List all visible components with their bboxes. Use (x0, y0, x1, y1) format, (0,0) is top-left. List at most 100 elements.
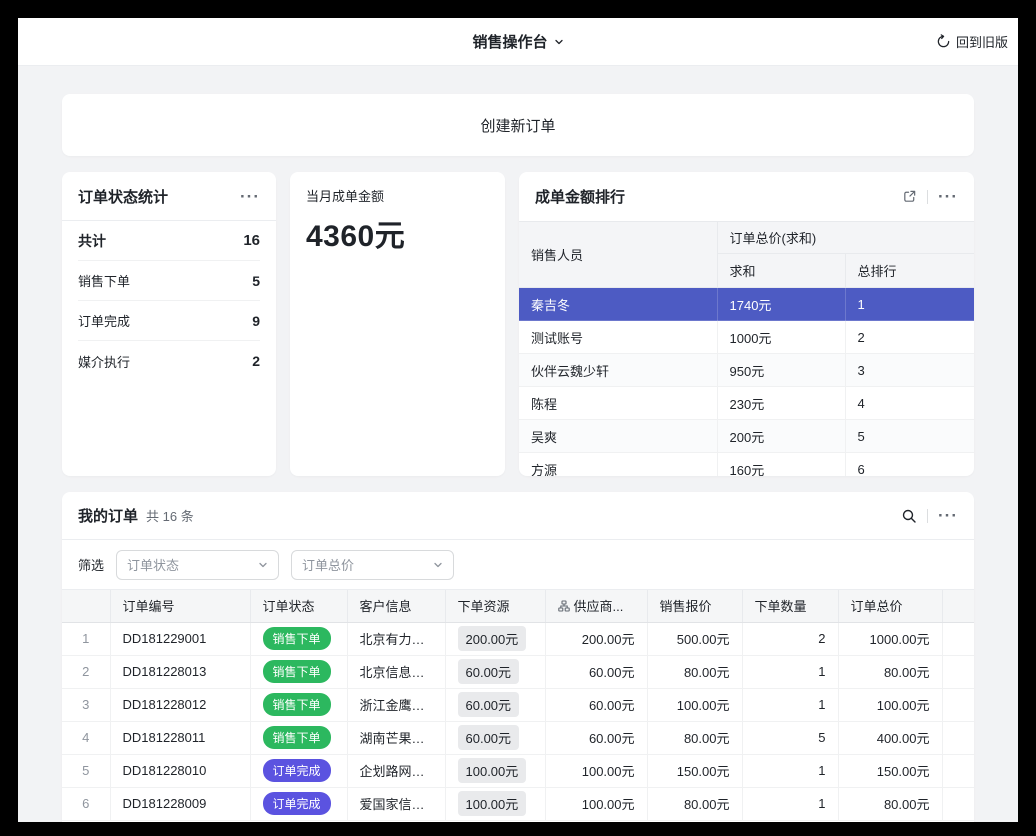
icon-divider (927, 190, 928, 204)
order-row[interactable]: 5DD181228010订单完成企划路网络...100.00元100.00元15… (62, 754, 974, 787)
orders-col-status: 订单状态 (250, 590, 347, 622)
resource-pill: 200.00元 (458, 626, 527, 651)
restore-icon (936, 34, 951, 49)
month-amount-card: 当月成单金额 4360元 (290, 172, 505, 476)
ranking-col-person: 销售人员 (519, 222, 717, 288)
ranking-name: 方源 (519, 453, 717, 477)
order-index: 1 (62, 622, 110, 655)
order-customer: 爱国家信息... (347, 787, 445, 820)
amount-value: 4360元 (306, 211, 489, 255)
order-resource: 100.00元 (445, 787, 545, 820)
order-row[interactable]: 6DD181228009订单完成爱国家信息...100.00元100.00元80… (62, 787, 974, 820)
ranking-row[interactable]: 吴爽200元5 (519, 420, 974, 453)
status-badge: 销售下单 (263, 660, 331, 683)
orders-card: 我的订单 共 16 条 ··· 筛选 订单状态 (62, 492, 974, 822)
order-quote: 80.00元 (647, 655, 742, 688)
order-supplier: 100.00元 (545, 754, 647, 787)
export-icon[interactable] (902, 189, 917, 204)
ranking-row[interactable]: 方源160元6 (519, 453, 974, 477)
ranking-name: 吴爽 (519, 420, 717, 453)
order-row[interactable]: 2DD181228013销售下单北京信息大...60.00元60.00元80.0… (62, 655, 974, 688)
order-extra (942, 688, 974, 721)
order-resource: 100.00元 (445, 754, 545, 787)
order-total: 1000.00元 (838, 622, 942, 655)
ranking-rank: 1 (845, 288, 974, 321)
order-row[interactable]: 4DD181228011销售下单湖南芒果娱...60.00元60.00元80.0… (62, 721, 974, 754)
chevron-down-icon (554, 37, 564, 47)
more-icon[interactable]: ··· (938, 507, 958, 524)
ranking-name: 测试账号 (519, 321, 717, 354)
more-icon[interactable]: ··· (240, 188, 260, 205)
order-status: 销售下单 (250, 622, 347, 655)
filter-label: 筛选 (78, 555, 104, 574)
orders-col-quote: 销售报价 (647, 590, 742, 622)
status-value: 16 (243, 232, 260, 249)
ranking-card: 成单金额排行 ··· 销售人员 订单总价(求和) (519, 172, 974, 476)
orders-card-header: 我的订单 共 16 条 ··· (62, 492, 974, 540)
order-row[interactable]: 1DD181229001销售下单北京有力量...200.00元200.00元50… (62, 622, 974, 655)
order-quote: 150.00元 (647, 754, 742, 787)
status-card-title: 订单状态统计 (78, 186, 168, 207)
order-no: DD181228013 (110, 655, 250, 688)
order-supplier: 200.00元 (545, 622, 647, 655)
order-no: DD181228012 (110, 688, 250, 721)
order-row[interactable]: 3DD181228012销售下单浙江金鹰卡...60.00元60.00元100.… (62, 688, 974, 721)
ranking-table-body: 秦吉冬1740元1测试账号1000元2伙伴云魏少轩950元3陈程230元4吴爽2… (519, 288, 974, 477)
order-qty: 1 (742, 655, 838, 688)
orders-col-supplier-label: 供应商... (574, 596, 624, 615)
order-customer: 企划路网络... (347, 754, 445, 787)
chevron-down-icon (433, 560, 443, 570)
filter-order-status-placeholder: 订单状态 (127, 555, 179, 574)
orders-col-order-no: 订单编号 (110, 590, 250, 622)
filter-order-total-placeholder: 订单总价 (302, 555, 354, 574)
order-extra (942, 721, 974, 754)
order-index: 6 (62, 787, 110, 820)
order-extra (942, 622, 974, 655)
order-customer: 浙江金鹰卡... (347, 688, 445, 721)
order-total: 80.00元 (838, 655, 942, 688)
orders-card-title: 我的订单 (78, 505, 138, 526)
ranking-sum: 200元 (717, 420, 845, 453)
back-to-old-version-button[interactable]: 回到旧版 (936, 18, 1008, 65)
icon-divider (927, 509, 928, 523)
create-order-button[interactable]: 创建新订单 (62, 94, 974, 156)
orders-col-index (62, 590, 110, 622)
chevron-down-icon (258, 560, 268, 570)
ranking-row[interactable]: 秦吉冬1740元1 (519, 288, 974, 321)
ranking-card-title: 成单金额排行 (535, 186, 625, 207)
filter-order-total-select[interactable]: 订单总价 (291, 550, 454, 580)
amount-card-title: 当月成单金额 (306, 186, 489, 205)
app-title: 销售操作台 (472, 31, 547, 52)
status-label: 媒介执行 (78, 352, 130, 371)
ranking-row[interactable]: 测试账号1000元2 (519, 321, 974, 354)
orders-table-body: 1DD181229001销售下单北京有力量...200.00元200.00元50… (62, 622, 974, 820)
ranking-row[interactable]: 陈程230元4 (519, 387, 974, 420)
order-qty: 2 (742, 622, 838, 655)
order-supplier: 60.00元 (545, 688, 647, 721)
order-total: 150.00元 (838, 754, 942, 787)
ranking-row[interactable]: 伙伴云魏少轩950元3 (519, 354, 974, 387)
orders-col-qty: 下单数量 (742, 590, 838, 622)
status-row: 媒介执行2 (78, 341, 260, 381)
orders-col-customer: 客户信息 (347, 590, 445, 622)
resource-pill: 60.00元 (458, 725, 520, 750)
more-icon[interactable]: ··· (938, 188, 958, 205)
status-badge: 订单完成 (263, 759, 331, 782)
search-icon[interactable] (901, 508, 917, 524)
order-index: 2 (62, 655, 110, 688)
order-qty: 1 (742, 688, 838, 721)
order-no: DD181229001 (110, 622, 250, 655)
ranking-sum: 160元 (717, 453, 845, 477)
order-total: 80.00元 (838, 787, 942, 820)
order-total: 400.00元 (838, 721, 942, 754)
app-title-dropdown[interactable]: 销售操作台 (472, 31, 563, 52)
filter-order-status-select[interactable]: 订单状态 (116, 550, 279, 580)
order-qty: 1 (742, 754, 838, 787)
orders-col-supplier: 供应商... (545, 590, 647, 622)
orders-col-extra (942, 590, 974, 622)
ranking-rank: 3 (845, 354, 974, 387)
main-content: 创建新订单 订单状态统计 ··· 共计16销售下单5订单完成9媒介执行2 当月成… (18, 66, 1018, 822)
app-header: 销售操作台 回到旧版 (18, 18, 1018, 66)
status-row: 共计16 (78, 221, 260, 261)
order-quote: 100.00元 (647, 688, 742, 721)
